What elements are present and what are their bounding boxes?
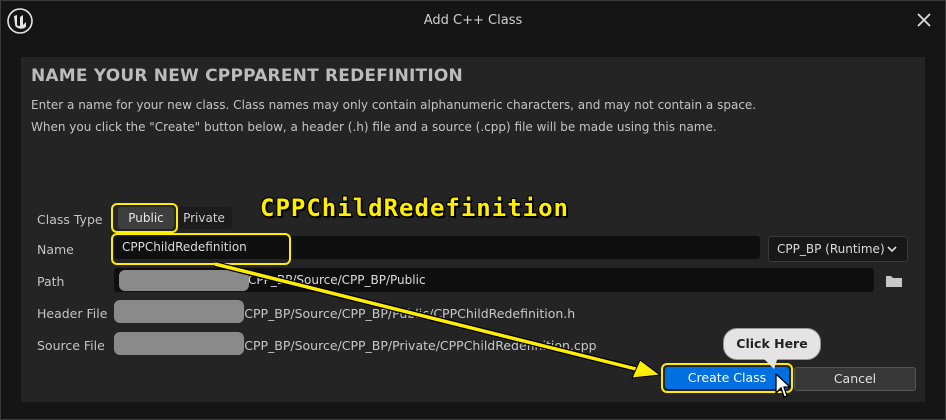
callout-pointer [762,357,778,369]
mouse-cursor-icon [775,373,791,398]
click-here-callout: Click Here [723,328,821,360]
